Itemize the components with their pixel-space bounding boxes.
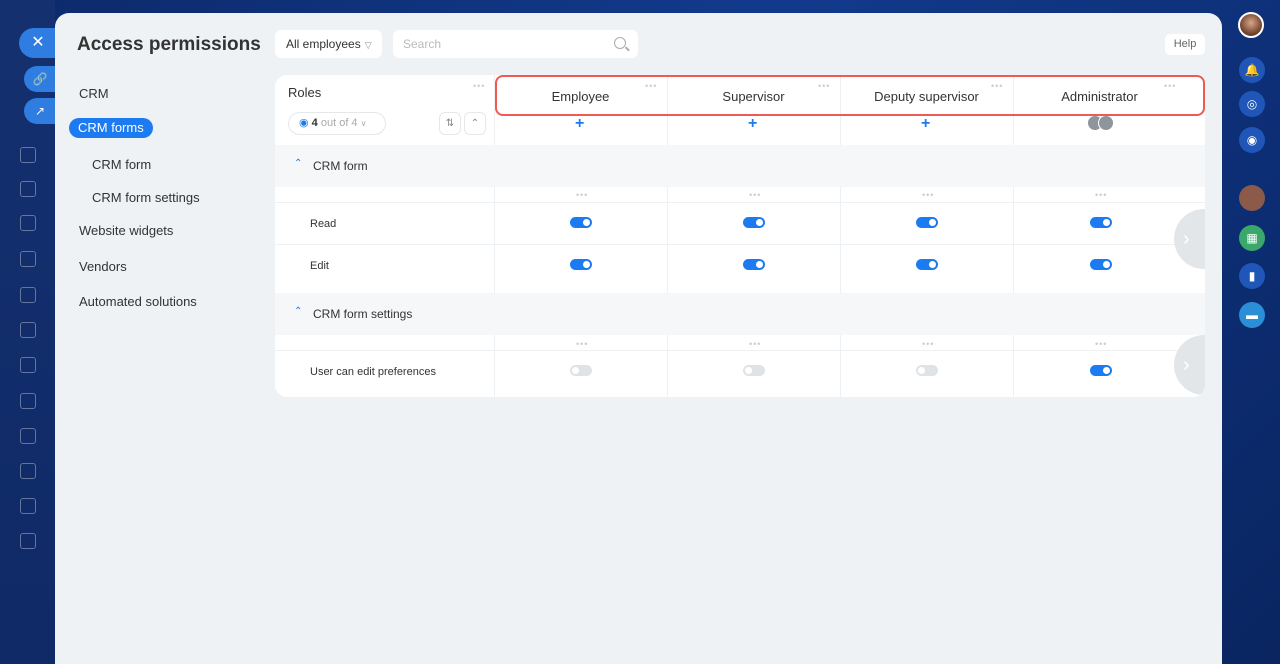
app-icon[interactable]: ▦ <box>1239 225 1265 251</box>
row-divider <box>275 350 1205 351</box>
chevron-up-icon: ⌃ <box>294 306 303 317</box>
nav-item-automated-solutions[interactable]: Automated solutions <box>79 294 197 309</box>
scroll-right-button[interactable]: › <box>1174 335 1205 395</box>
calendar-grid-icon[interactable] <box>20 533 36 549</box>
document-icon[interactable] <box>20 215 36 231</box>
chevron-down-icon: ∨ <box>360 119 367 128</box>
fingerprint-icon[interactable]: ◎ <box>1239 91 1265 117</box>
right-app-bar: 🔔 ◎ ◉ ▦ ▮ ▬ <box>1222 0 1280 664</box>
visible-roles-selector[interactable]: ◉ 4 out of 4 ∨ <box>288 112 386 135</box>
more-icon[interactable]: ••• <box>922 339 934 349</box>
toggle-prefs-deputy-supervisor[interactable] <box>916 365 938 376</box>
add-supervisor-button[interactable]: + <box>748 115 757 133</box>
column-divider <box>1013 75 1014 397</box>
collapse-all-button[interactable]: ⇅ <box>439 112 461 135</box>
more-icon[interactable]: ••• <box>576 190 588 200</box>
nav-item-crm-form-settings[interactable]: CRM form settings <box>92 190 200 205</box>
more-icon[interactable]: ••• <box>749 190 761 200</box>
roles-visible-count: 4 <box>311 117 318 129</box>
file-icon[interactable] <box>20 287 36 303</box>
row-divider <box>275 202 1205 203</box>
filter-icon[interactable] <box>20 498 36 514</box>
permissions-table: Roles ••• ◉ 4 out of 4 ∨ ⇅ ⌃ Employee Su… <box>275 75 1205 397</box>
row-label-read: Read <box>310 218 337 230</box>
nav-item-vendors[interactable]: Vendors <box>79 259 127 274</box>
toggle-read-supervisor[interactable] <box>743 217 765 228</box>
chat-search-icon[interactable]: ◉ <box>1239 127 1265 153</box>
search-placeholder: Search <box>403 37 442 51</box>
administrator-avatars[interactable] <box>1087 115 1117 131</box>
section-title: CRM form <box>313 159 368 173</box>
contact-avatar[interactable] <box>1239 185 1265 211</box>
more-icon[interactable]: ••• <box>1095 339 1107 349</box>
row-divider <box>275 244 1205 245</box>
expand-all-button[interactable]: ⌃ <box>464 112 486 135</box>
column-divider <box>667 75 668 397</box>
search-icon <box>614 37 626 49</box>
employee-filter-dropdown[interactable]: All employees ▽ <box>275 30 382 58</box>
scroll-right-button[interactable]: › <box>1174 209 1205 269</box>
bookmark-icon[interactable]: ▮ <box>1239 263 1265 289</box>
section-crm-form[interactable]: ⌃ CRM form <box>275 145 1205 187</box>
grid-icon[interactable] <box>20 322 36 338</box>
toggle-edit-deputy-supervisor[interactable] <box>916 259 938 270</box>
card-icon[interactable] <box>20 357 36 373</box>
toggle-prefs-administrator[interactable] <box>1090 365 1112 376</box>
toggle-read-administrator[interactable] <box>1090 217 1112 228</box>
more-icon[interactable]: ••• <box>922 190 934 200</box>
roles-count-suffix: out of 4 <box>320 117 358 129</box>
more-icon[interactable]: ••• <box>473 81 485 91</box>
chevron-up-icon: ⌃ <box>294 158 303 169</box>
calendar-icon[interactable] <box>20 251 36 267</box>
avatar <box>1098 115 1114 131</box>
toggle-edit-administrator[interactable] <box>1090 259 1112 270</box>
bell-icon[interactable]: 🔔 <box>1239 57 1265 83</box>
mail-icon[interactable] <box>20 393 36 409</box>
help-button[interactable]: Help <box>1165 34 1205 55</box>
toggle-prefs-employee[interactable] <box>570 365 592 376</box>
row-label-edit: Edit <box>310 260 329 272</box>
toggle-edit-employee[interactable] <box>570 259 592 270</box>
close-button[interactable]: ✕ <box>19 28 57 58</box>
section-crm-form-settings[interactable]: ⌃ CRM form settings <box>275 293 1205 335</box>
add-deputy-supervisor-button[interactable]: + <box>921 115 930 133</box>
hexagon-icon[interactable] <box>20 181 36 197</box>
checkbox-icon[interactable] <box>20 463 36 479</box>
toggle-edit-supervisor[interactable] <box>743 259 765 270</box>
open-external-icon[interactable]: ↗ <box>24 98 56 124</box>
users-icon[interactable] <box>20 428 36 444</box>
eye-icon: ◉ <box>299 117 309 129</box>
role-columns-highlight <box>495 75 1205 116</box>
column-divider <box>840 75 841 397</box>
chevron-down-icon: ▽ <box>364 40 372 50</box>
column-divider <box>494 75 495 397</box>
roles-header: Roles <box>288 85 322 100</box>
filter-label: All employees <box>286 37 361 51</box>
more-icon[interactable]: ••• <box>576 339 588 349</box>
more-icon[interactable]: ••• <box>749 339 761 349</box>
more-icon[interactable]: ••• <box>1095 190 1107 200</box>
user-avatar[interactable] <box>1238 12 1264 38</box>
row-label-user-can-edit-preferences: User can edit preferences <box>310 366 436 378</box>
add-employee-button[interactable]: + <box>575 115 584 133</box>
nav-item-crm-forms[interactable]: CRM forms <box>69 118 153 138</box>
chat-icon[interactable]: ▬ <box>1239 302 1265 328</box>
nav-item-crm-form[interactable]: CRM form <box>92 157 151 172</box>
nav-item-crm[interactable]: CRM <box>79 86 109 101</box>
search-input[interactable]: Search <box>393 30 638 58</box>
main-panel: Access permissions All employees ▽ Search… <box>55 13 1222 664</box>
toggle-read-deputy-supervisor[interactable] <box>916 217 938 228</box>
gear-icon[interactable] <box>20 147 36 163</box>
toggle-read-employee[interactable] <box>570 217 592 228</box>
nav-item-website-widgets[interactable]: Website widgets <box>79 223 173 238</box>
page-title: Access permissions <box>77 34 261 55</box>
section-title: CRM form settings <box>313 307 413 321</box>
link-icon[interactable]: 🔗 <box>24 66 56 92</box>
toggle-prefs-supervisor[interactable] <box>743 365 765 376</box>
